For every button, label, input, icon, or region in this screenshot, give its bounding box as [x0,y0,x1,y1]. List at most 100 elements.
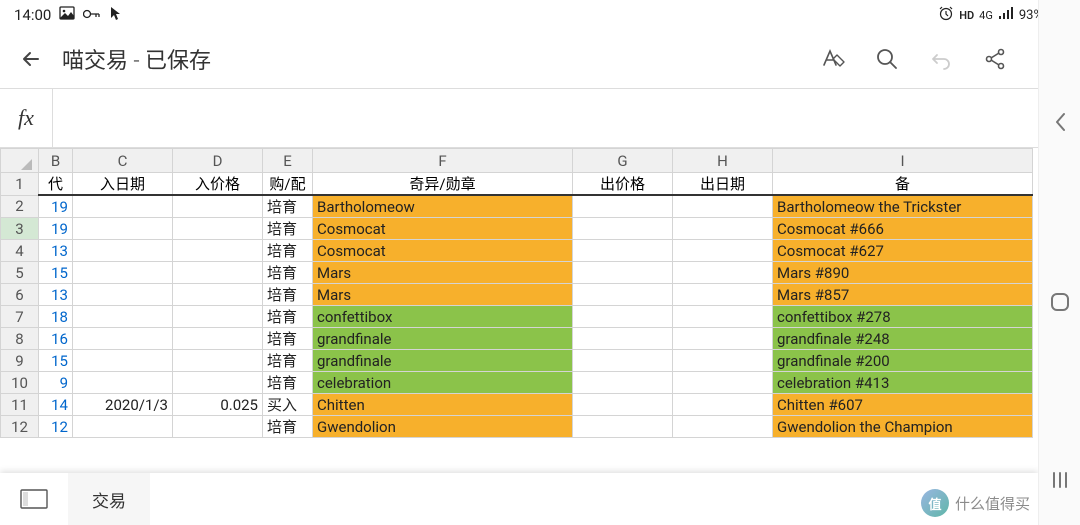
cell[interactable]: Mars #857 [773,284,1033,306]
header-cell[interactable]: 出价格 [573,173,673,196]
cell[interactable] [73,218,173,240]
cell[interactable]: Mars #890 [773,262,1033,284]
cell[interactable]: Cosmocat #666 [773,218,1033,240]
sheet-view-icon[interactable] [0,473,68,525]
cell[interactable]: 培育 [263,350,313,372]
col-header-F[interactable]: F [313,149,573,173]
cell[interactable]: celebration #413 [773,372,1033,394]
cell[interactable]: 买入 [263,394,313,416]
cell[interactable] [573,195,673,218]
cell[interactable]: 19 [39,195,73,218]
header-cell[interactable]: 入日期 [73,173,173,196]
cell[interactable]: 培育 [263,218,313,240]
cell[interactable]: Mars [313,262,573,284]
cell[interactable]: 培育 [263,262,313,284]
col-header-D[interactable]: D [173,149,263,173]
cell[interactable] [673,262,773,284]
cell[interactable]: 培育 [263,284,313,306]
row-header[interactable]: 1 [1,173,39,196]
header-cell[interactable]: 代 [39,173,73,196]
sheet-tab-active[interactable]: 交易 [68,473,150,525]
cell[interactable] [673,284,773,306]
col-header-H[interactable]: H [673,149,773,173]
cell[interactable]: 培育 [263,328,313,350]
cell[interactable] [573,394,673,416]
cell[interactable]: 19 [39,218,73,240]
cell[interactable]: Cosmocat #627 [773,240,1033,262]
row-header[interactable]: 10 [1,372,39,394]
cell[interactable] [573,218,673,240]
cell[interactable] [573,416,673,438]
search-button[interactable] [874,46,900,72]
nav-recent-button[interactable] [1050,470,1070,495]
cell[interactable] [173,218,263,240]
cell[interactable] [173,328,263,350]
cell[interactable] [673,306,773,328]
cell[interactable] [173,195,263,218]
cell[interactable]: grandfinale #248 [773,328,1033,350]
cell[interactable] [173,350,263,372]
cell[interactable] [673,394,773,416]
share-button[interactable] [982,46,1008,72]
cell[interactable] [673,218,773,240]
cell[interactable]: confettibox [313,306,573,328]
cell[interactable] [73,240,173,262]
col-header-B[interactable]: B [39,149,73,173]
cell[interactable]: Cosmocat [313,218,573,240]
cell[interactable]: Cosmocat [313,240,573,262]
nav-home-button[interactable] [1049,291,1071,318]
back-button[interactable] [18,46,44,72]
header-cell[interactable]: 入价格 [173,173,263,196]
cell[interactable]: 15 [39,350,73,372]
row-header[interactable]: 7 [1,306,39,328]
cell[interactable]: 9 [39,372,73,394]
cell[interactable] [73,306,173,328]
cell[interactable] [73,195,173,218]
cell[interactable]: confettibox #278 [773,306,1033,328]
cell[interactable]: grandfinale [313,350,573,372]
cell[interactable]: Bartholomeow the Trickster [773,195,1033,218]
cell[interactable] [673,240,773,262]
row-header[interactable]: 3 [1,218,39,240]
cell[interactable]: 培育 [263,240,313,262]
cell[interactable] [673,328,773,350]
undo-button[interactable] [928,46,954,72]
col-header-I[interactable]: I [773,149,1033,173]
cell[interactable] [173,416,263,438]
row-header[interactable]: 8 [1,328,39,350]
cell[interactable]: Gwendolion [313,416,573,438]
cell[interactable] [173,372,263,394]
cell[interactable]: 培育 [263,195,313,218]
cell[interactable] [173,262,263,284]
cell[interactable] [73,328,173,350]
cell[interactable] [673,350,773,372]
cell[interactable]: 培育 [263,416,313,438]
cell[interactable]: grandfinale [313,328,573,350]
cell[interactable]: grandfinale #200 [773,350,1033,372]
cell[interactable] [73,284,173,306]
cell[interactable] [573,306,673,328]
cell[interactable] [73,416,173,438]
cell[interactable] [573,350,673,372]
cell[interactable]: Chitten #607 [773,394,1033,416]
row-header[interactable]: 12 [1,416,39,438]
cell[interactable]: 12 [39,416,73,438]
spreadsheet-grid[interactable]: BCDEFGHI1代入日期入价格购/配奇异/勋章出价格出日期备219培育Bart… [0,148,1080,438]
row-header[interactable]: 9 [1,350,39,372]
row-header[interactable]: 2 [1,195,39,218]
cell[interactable]: 16 [39,328,73,350]
cell[interactable]: Mars [313,284,573,306]
cell[interactable]: 14 [39,394,73,416]
cell[interactable] [173,306,263,328]
cell[interactable] [173,240,263,262]
nav-back-button[interactable] [1053,110,1067,139]
header-cell[interactable]: 备 [773,173,1033,196]
col-header-E[interactable]: E [263,149,313,173]
cell[interactable] [73,372,173,394]
cell[interactable]: 培育 [263,372,313,394]
cell[interactable]: Gwendolion the Champion [773,416,1033,438]
cell[interactable]: 培育 [263,306,313,328]
row-header[interactable]: 11 [1,394,39,416]
header-cell[interactable]: 奇异/勋章 [313,173,573,196]
formula-input[interactable] [52,89,1024,147]
